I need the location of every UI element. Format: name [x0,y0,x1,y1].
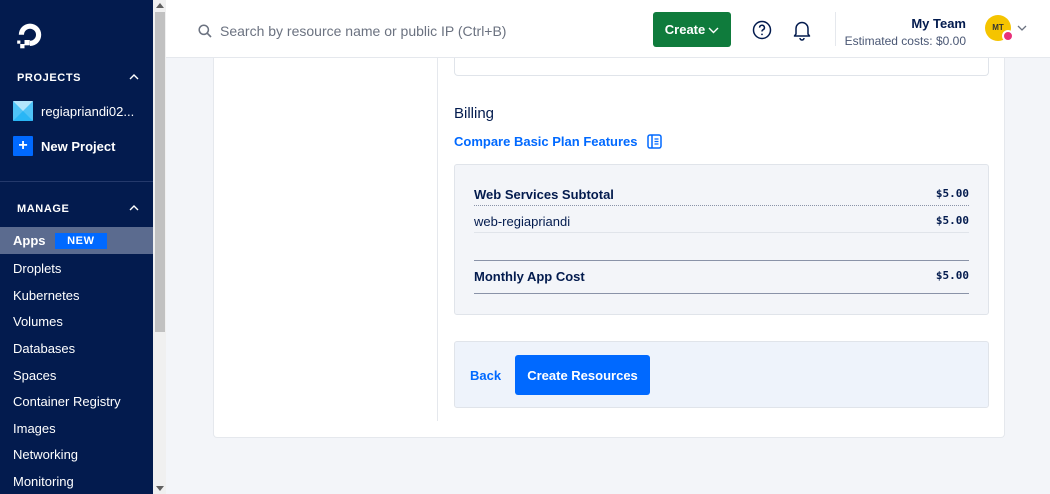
sidebar-item-label: Monitoring [13,474,74,489]
action-bar: Back Create Resources [454,341,989,408]
avatar-status-dot [1002,30,1014,42]
topbar: Create My Team Estimated costs: $0.00 MT [166,0,1050,58]
sidebar-item-label: Droplets [13,261,62,276]
document-icon [646,134,662,149]
subtotal-amount: $5.00 [935,187,969,200]
previous-section-card [454,58,989,76]
service-row: web-regiapriandi $5.00 [474,214,969,233]
search-input[interactable] [220,20,550,42]
manage-heading: MANAGE [17,203,70,215]
project-icon [13,101,33,121]
digitalocean-logo-icon[interactable] [15,20,45,50]
sidebar-divider [0,181,153,182]
subtotal-label: Web Services Subtotal [474,187,614,202]
sidebar-item-label: Volumes [13,314,63,329]
project-name: regiapriandi02... [41,103,135,119]
sidebar-scrollbar[interactable] [153,0,166,494]
sidebar-item-networking[interactable]: Networking [0,441,153,468]
service-amount: $5.00 [935,214,969,227]
topbar-divider [835,12,836,46]
compare-plan-label: Compare Basic Plan Features [454,134,638,149]
sidebar-item-kubernetes[interactable]: Kubernetes [0,282,153,309]
scroll-down-arrow-icon[interactable] [156,486,164,491]
sidebar-item-label: Images [13,421,56,436]
create-button[interactable]: Create [653,12,731,47]
help-icon[interactable] [752,20,772,40]
chevron-down-icon [708,27,719,33]
monthly-cost-amount: $5.00 [935,269,969,282]
column-divider [437,58,438,421]
sidebar-item-container-registry[interactable]: Container Registry [0,388,153,415]
sidebar-item-label: Spaces [13,368,57,383]
sidebar-item-volumes[interactable]: Volumes [0,308,153,335]
sidebar-item-label: Container Registry [13,394,121,409]
monthly-cost-label: Monthly App Cost [474,269,585,284]
sidebar-item-apps[interactable]: Apps NEW [0,227,153,254]
sidebar-item-label: Databases [13,341,76,356]
sidebar-item-label: Apps [13,233,46,248]
sidebar-item-label: Kubernetes [13,288,80,303]
chevron-up-icon[interactable] [129,72,139,82]
sidebar-item-databases[interactable]: Databases [0,335,153,362]
scroll-thumb[interactable] [155,12,165,332]
chevron-up-icon[interactable] [129,203,139,213]
sidebar-item-label: Networking [13,447,79,462]
sidebar-project-item[interactable]: regiapriandi02... [13,100,134,122]
create-label: Create [664,22,706,37]
new-badge: NEW [55,233,107,249]
team-name[interactable]: My Team [911,16,966,31]
service-name: web-regiapriandi [474,214,571,229]
subtotal-row: Web Services Subtotal $5.00 [474,187,969,206]
sidebar-item-monitoring[interactable]: Monitoring [0,468,153,494]
projects-heading: PROJECTS [17,72,82,84]
estimated-costs: Estimated costs: $0.00 [844,34,966,48]
create-resources-button[interactable]: Create Resources [515,355,650,395]
sidebar-item-spaces[interactable]: Spaces [0,362,153,389]
bell-icon[interactable] [792,19,812,41]
sidebar-item-droplets[interactable]: Droplets [0,255,153,282]
sidebar: PROJECTS regiapriandi02... + New Project… [0,0,153,494]
compare-plan-link[interactable]: Compare Basic Plan Features [454,134,662,149]
scroll-up-arrow-icon[interactable] [156,3,164,8]
billing-summary: Web Services Subtotal $5.00 web-regiapri… [454,164,989,315]
search-icon [198,24,212,38]
sidebar-item-images[interactable]: Images [0,415,153,442]
total-divider [474,260,969,261]
billing-title: Billing [454,105,495,122]
back-button[interactable]: Back [470,368,501,383]
chevron-down-icon[interactable] [1017,24,1027,32]
new-project-button[interactable]: + New Project [13,135,115,157]
monthly-cost-row: Monthly App Cost $5.00 [474,269,969,294]
new-project-label: New Project [41,138,116,154]
plus-icon: + [13,136,33,156]
